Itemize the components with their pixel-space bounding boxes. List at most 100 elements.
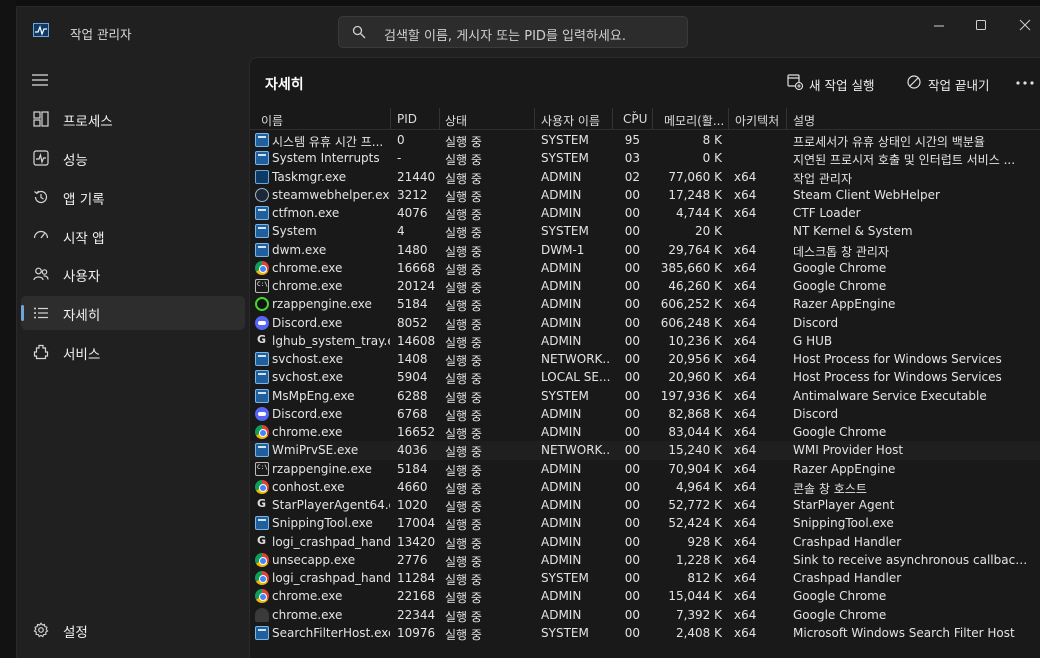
cell-desc: StarPlayer Agent	[793, 498, 895, 512]
sidebar-item-settings[interactable]: 설정	[21, 613, 245, 647]
column-header-status[interactable]: 상태	[445, 112, 467, 129]
cell-desc: Razer AppEngine	[793, 461, 896, 476]
column-divider[interactable]	[786, 108, 787, 130]
sidebar-item-performance[interactable]: 성능	[21, 141, 245, 175]
column-divider[interactable]	[439, 108, 440, 130]
cell-mem: 7,392 K	[675, 607, 722, 622]
cell-status: 실행 중	[445, 171, 482, 186]
table-row[interactable]: System 4 실행 중 SYSTEM 00 20 K NT Kernel & Syste…	[250, 222, 1040, 240]
cell-desc: Discord	[793, 406, 839, 421]
end-task-button[interactable]: 작업 끝내기	[906, 72, 1006, 93]
table-row[interactable]: logi_crashpad_handl... 11284 실행 중 SYSTEM 00 8…	[250, 569, 1040, 587]
table-row[interactable]: rzappengine.exe 5184 실행 중 ADMIN 00 606,252 K x…	[250, 295, 1040, 313]
cell-status: 실행 중	[445, 609, 482, 624]
cell-desc: 지연된 프로시저 호출 및 인터럽트 서비스 ...	[793, 153, 1016, 168]
table-row[interactable]: 시스템 유휴 시간 프... 0 실행 중 SYSTEM 95 8 K 프로세서가 유휴 상…	[250, 131, 1040, 149]
column-divider[interactable]	[652, 108, 653, 130]
task-manager-window: 작업 관리자 검색할 이름, 게시자 또는 PID를 입력하세요. 프로세스 성…	[16, 6, 1040, 658]
cell-cpu: 00	[624, 388, 640, 403]
table-row[interactable]: StarPlayerAgent64.e... 1020 실행 중 ADMIN 00 52,…	[250, 496, 1040, 514]
process-table: 이름 PID 상태 사용자 이름 ⌄ CPU 메모리(활... 아키텍처 설명 …	[250, 106, 1040, 658]
run-new-task-button[interactable]: 새 작업 실행	[787, 72, 887, 93]
cell-arch: x64	[734, 534, 757, 549]
cell-status: 실행 중	[445, 135, 482, 149]
sidebar-item-details[interactable]: 자세히	[21, 296, 245, 330]
column-header-pid[interactable]: PID	[397, 112, 417, 126]
cell-arch: x64	[734, 242, 757, 257]
cell-arch: x64	[734, 571, 757, 585]
table-row[interactable]: Discord.exe 8052 실행 중 ADMIN 00 606,248 K x64 Di…	[250, 314, 1040, 332]
cell-mem: 29,764 K	[668, 242, 722, 257]
table-row[interactable]: WmiPrvSE.exe 4036 실행 중 NETWORK... 00 15,240 K…	[250, 441, 1040, 460]
cell-desc: 콘솔 창 호스트	[793, 481, 867, 496]
table-row[interactable]: svchost.exe 1408 실행 중 NETWORK... 00 20,956 K x…	[250, 350, 1040, 368]
table-row[interactable]: SnippingTool.exe 17004 실행 중 ADMIN 00 52,424 K…	[250, 514, 1040, 532]
cell-desc: Host Process for Windows Services	[793, 370, 1002, 385]
cell-desc: Google Chrome	[793, 425, 887, 439]
minimize-button[interactable]	[928, 15, 950, 37]
column-header-memory[interactable]: 메모리(활...	[664, 112, 726, 129]
column-header-user[interactable]: 사용자 이름	[541, 112, 600, 129]
table-row[interactable]: dwm.exe 1480 실행 중 DWM-1 00 29,764 K x64 데스크톱 창 …	[250, 241, 1040, 259]
cell-desc: Crashpad Handler	[793, 534, 902, 549]
column-divider[interactable]	[728, 108, 729, 130]
cell-mem: 83,044 K	[668, 425, 722, 439]
sidebar-item-users[interactable]: 사용자	[21, 257, 245, 291]
table-row[interactable]: steamwebhelper.exe 3212 실행 중 ADMIN 00 17,248 …	[250, 186, 1040, 204]
process-icon	[255, 589, 269, 604]
cell-status: 실행 중	[445, 226, 482, 241]
cell-cpu: 02	[624, 169, 640, 184]
cell-desc: Crashpad Handler	[793, 571, 902, 585]
cell-mem: 1,228 K	[675, 552, 722, 567]
table-row[interactable]: logi_crashpad_handl... 13420 실행 중 ADMIN 00 92…	[250, 533, 1040, 551]
table-row[interactable]: SearchFilterHost.exe 10976 실행 중 SYSTEM 00 2,4…	[250, 624, 1040, 642]
column-header-cpu[interactable]: CPU	[623, 112, 647, 126]
cell-mem: 812 K	[687, 571, 722, 585]
cell-arch: x64	[734, 169, 757, 184]
table-row[interactable]: Discord.exe 6768 실행 중 ADMIN 00 82,868 K x64 Dis…	[250, 405, 1040, 423]
cell-user: ADMIN	[541, 406, 582, 421]
table-row[interactable]: conhost.exe 4660 실행 중 ADMIN 00 4,964 K x64 콘솔 창…	[250, 478, 1040, 496]
column-header-description[interactable]: 설명	[793, 112, 815, 129]
column-header-name[interactable]: 이름	[261, 112, 283, 129]
table-row[interactable]: System Interrupts - 실행 중 SYSTEM 03 0 K 지연된 프로시…	[250, 149, 1040, 167]
cell-status: 실행 중	[445, 463, 482, 478]
cell-pid: 4036	[397, 443, 428, 458]
table-row[interactable]: MsMpEng.exe 6288 실행 중 SYSTEM 00 197,936 K x64 A…	[250, 387, 1040, 405]
sidebar-item-startup-apps[interactable]: 시작 앱	[21, 219, 245, 253]
cell-mem: 17,248 K	[668, 187, 722, 202]
sidebar-item-processes[interactable]: 프로세스	[21, 102, 245, 136]
maximize-icon	[976, 20, 986, 30]
cell-user: ADMIN	[541, 461, 582, 476]
search-box[interactable]: 검색할 이름, 게시자 또는 PID를 입력하세요.	[338, 16, 688, 48]
cell-name: logi_crashpad_handl...	[272, 571, 390, 585]
sidebar-item-services[interactable]: 서비스	[21, 335, 245, 369]
maximize-button[interactable]	[970, 15, 992, 37]
table-row[interactable]: svchost.exe 5904 실행 중 LOCAL SE... 00 20,960 K…	[250, 368, 1040, 386]
close-button[interactable]	[1014, 15, 1036, 37]
cell-name: Discord.exe	[272, 315, 343, 330]
process-icon	[255, 497, 269, 512]
column-header-architecture[interactable]: 아키텍처	[735, 112, 779, 129]
cell-cpu: 00	[624, 443, 640, 458]
table-row[interactable]: rzappengine.exe 5184 실행 중 ADMIN 00 70,904 K x6…	[250, 460, 1040, 478]
table-row[interactable]: chrome.exe 16652 실행 중 ADMIN 00 83,044 K x64 Goo…	[250, 423, 1040, 441]
cell-user: ADMIN	[541, 315, 582, 330]
table-row[interactable]: chrome.exe 22344 실행 중 ADMIN 00 7,392 K x64 Goog…	[250, 606, 1040, 624]
column-divider[interactable]	[534, 108, 535, 130]
sidebar-item-app-history[interactable]: 앱 기록	[21, 180, 245, 214]
table-row[interactable]: Taskmgr.exe 21440 실행 중 ADMIN 02 77,060 K x64 작업…	[250, 168, 1040, 186]
more-options-icon[interactable]	[1015, 80, 1035, 86]
column-divider[interactable]	[390, 108, 391, 130]
table-row[interactable]: lghub_system_tray.exe 14608 실행 중 ADMIN 00 10,…	[250, 332, 1040, 350]
table-row[interactable]: ctfmon.exe 4076 실행 중 ADMIN 00 4,744 K x64 CTF L…	[250, 204, 1040, 222]
table-row[interactable]: chrome.exe 20124 실행 중 ADMIN 00 46,260 K x64 Goo…	[250, 277, 1040, 295]
table-row[interactable]: unsecapp.exe 2776 실행 중 ADMIN 00 1,228 K x64 Sin…	[250, 551, 1040, 569]
hamburger-menu-icon[interactable]	[32, 73, 48, 87]
cell-user: SYSTEM	[541, 571, 589, 585]
cell-name: chrome.exe	[272, 589, 343, 604]
column-divider[interactable]	[612, 108, 613, 130]
process-icon	[255, 461, 269, 476]
table-row[interactable]: chrome.exe 22168 실행 중 ADMIN 00 15,044 K x64 Goo…	[250, 587, 1040, 605]
table-row[interactable]: chrome.exe 16668 실행 중 ADMIN 00 385,660 K x64 Go…	[250, 259, 1040, 277]
